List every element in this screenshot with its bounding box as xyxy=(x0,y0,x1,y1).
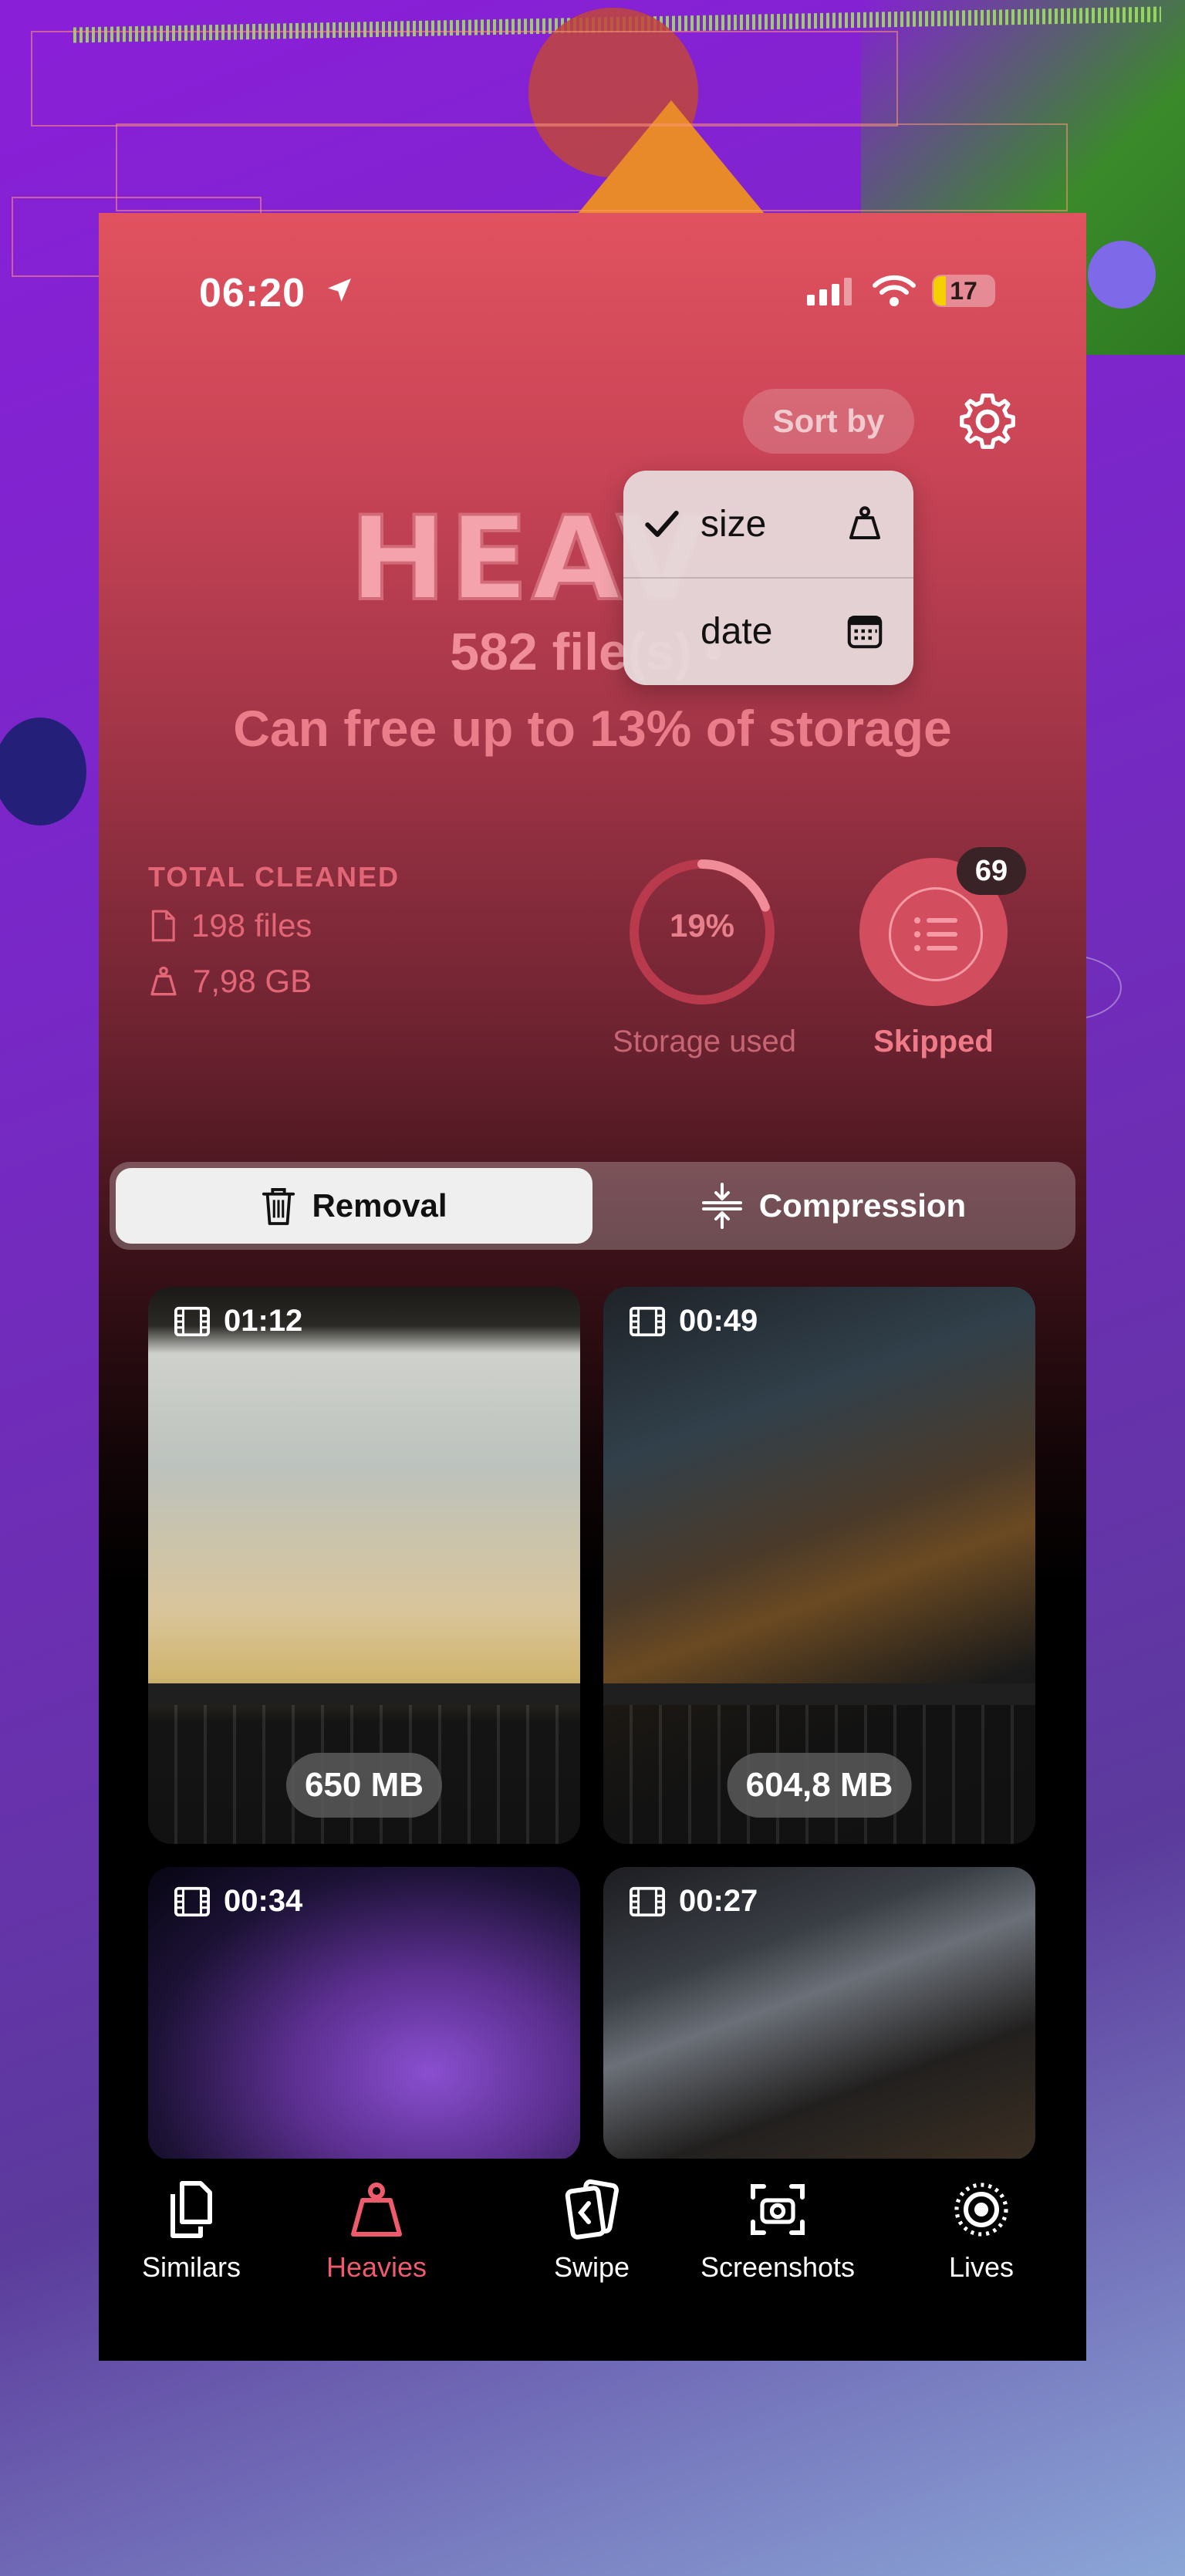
sort-option-label: size xyxy=(701,503,767,545)
video-card[interactable]: 01:12 650 MB xyxy=(148,1287,580,1844)
tab-heavies[interactable]: Heavies xyxy=(284,2179,469,2284)
wifi-icon xyxy=(873,275,916,306)
video-duration-text: 00:27 xyxy=(679,1884,758,1918)
video-card[interactable]: 00:34 xyxy=(148,1867,580,2160)
weight-icon xyxy=(351,2183,402,2237)
film-icon xyxy=(174,1306,210,1336)
documents-icon xyxy=(170,2181,212,2238)
skipped-label: Skipped xyxy=(873,1025,994,1058)
swipe-cards-icon xyxy=(565,2179,619,2240)
tab-swipe[interactable]: Swipe xyxy=(499,2179,684,2284)
tab-label: Lives xyxy=(948,2251,1015,2283)
storage-used-value: 19% xyxy=(669,907,735,944)
tab-label: Similars xyxy=(141,2251,241,2283)
film-icon xyxy=(630,1306,665,1336)
video-card[interactable]: 00:27 xyxy=(603,1867,1035,2160)
checkmark-icon xyxy=(645,510,679,538)
calendar-icon xyxy=(847,615,883,649)
video-card[interactable]: 00:49 604,8 MB xyxy=(603,1287,1035,1844)
storage-used-label: Storage used xyxy=(613,1025,796,1058)
list-icon xyxy=(889,887,983,981)
cleaned-files-count: 198 files xyxy=(191,907,312,944)
video-thumbnail-bezel xyxy=(148,1683,580,1705)
video-size-badge: 604,8 MB xyxy=(727,1753,912,1818)
video-duration-text: 00:49 xyxy=(679,1304,758,1338)
film-icon xyxy=(630,1886,665,1916)
sort-by-button[interactable]: Sort by xyxy=(743,389,914,454)
sort-option-label: date xyxy=(701,610,773,652)
cellular-signal-icon xyxy=(807,278,852,306)
compression-tab[interactable]: Compression xyxy=(597,1168,1069,1244)
free-up-text: Can free up to 13% of storage xyxy=(233,700,952,757)
sort-option-date[interactable]: date xyxy=(623,578,913,684)
mode-segmented-control: Removal Compression xyxy=(110,1162,1075,1250)
cleaned-size-value: 7,98 GB xyxy=(193,963,312,999)
status-bar: 06:20 17 xyxy=(99,270,1086,332)
cleaned-files-stat: 198 files xyxy=(148,907,312,944)
weight-icon xyxy=(849,506,881,540)
weight-icon xyxy=(150,966,177,996)
sort-menu: size date xyxy=(623,471,913,685)
video-duration: 00:27 xyxy=(630,1884,758,1919)
file-icon xyxy=(151,910,175,942)
video-thumbnail-bezel xyxy=(603,1683,1035,1705)
screenshot-icon xyxy=(751,2184,805,2235)
removal-tab[interactable]: Removal xyxy=(116,1168,592,1244)
sort-option-size[interactable]: size xyxy=(623,471,913,579)
compression-label: Compression xyxy=(758,1187,967,1224)
tab-lives[interactable]: Lives xyxy=(889,2179,1074,2284)
cleaned-size-stat: 7,98 GB xyxy=(148,963,312,1000)
bg-frame xyxy=(31,31,898,127)
video-size-badge: 650 MB xyxy=(285,1753,443,1818)
video-duration: 00:49 xyxy=(630,1304,758,1339)
compress-icon xyxy=(701,1183,742,1229)
video-duration: 00:34 xyxy=(174,1884,302,1919)
location-arrow-icon xyxy=(328,279,351,302)
video-duration-text: 00:34 xyxy=(224,1884,303,1918)
skipped-count-badge: 69 xyxy=(957,847,1026,895)
tab-similars[interactable]: Similars xyxy=(99,2179,284,2284)
total-cleaned-label: TOTAL CLEANED xyxy=(148,861,400,893)
video-duration: 01:12 xyxy=(174,1304,302,1339)
status-time: 06:20 xyxy=(199,271,306,316)
tab-label: Screenshots xyxy=(700,2251,856,2283)
tab-label: Heavies xyxy=(326,2251,427,2283)
film-icon xyxy=(174,1886,210,1916)
storage-used-ring: 19% xyxy=(625,855,779,1009)
bottom-tab-bar: Similars Heavies Swipe Screenshots Lives xyxy=(99,2159,1086,2361)
tab-screenshots[interactable]: Screenshots xyxy=(685,2179,870,2284)
gear-icon[interactable] xyxy=(955,389,1020,454)
removal-label: Removal xyxy=(312,1187,447,1224)
battery-indicator: 17 xyxy=(932,275,995,307)
bg-blue-dot xyxy=(0,717,86,825)
battery-level: 17 xyxy=(950,277,977,305)
files-summary: 582 file(s)• xyxy=(99,622,1086,682)
video-duration-text: 01:12 xyxy=(224,1304,303,1338)
tab-label: Swipe xyxy=(553,2251,630,2283)
app-screen: 06:20 17 Sort by HEAV 582 file(s)• Can f… xyxy=(99,213,1086,2361)
bg-violet-dot xyxy=(1088,241,1156,309)
trash-icon xyxy=(262,1188,295,1225)
live-photo-icon xyxy=(954,2183,1008,2237)
